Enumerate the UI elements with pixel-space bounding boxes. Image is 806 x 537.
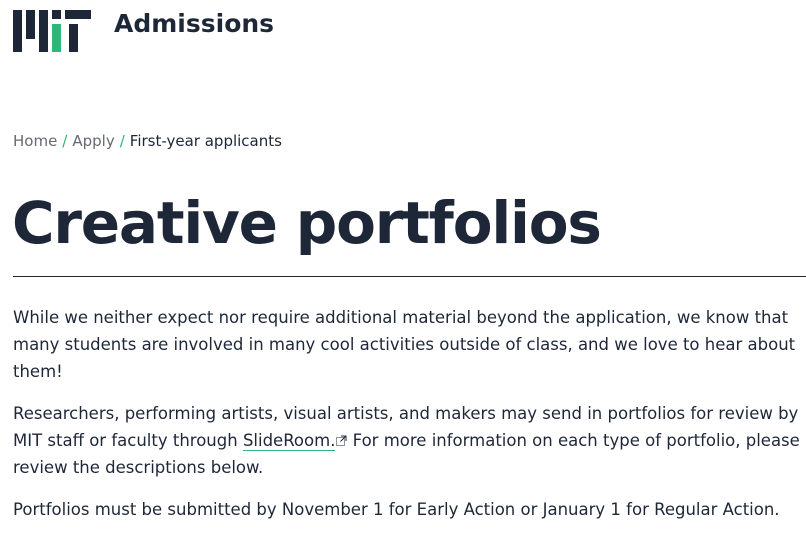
mit-logo-svg	[13, 10, 91, 52]
slideroom-link-label: SlideRoom.	[242, 431, 336, 450]
deadline-paragraph: Portfolios must be submitted by November…	[13, 500, 780, 519]
site-title[interactable]: Admissions	[114, 10, 274, 38]
main-content: While we neither expect nor require addi…	[13, 304, 803, 537]
mit-logo-icon[interactable]	[13, 10, 91, 52]
breadcrumb-separator: /	[119, 132, 125, 150]
breadcrumb: Home / Apply / First-year applicants	[13, 131, 282, 151]
portfolio-paragraph: Researchers, performing artists, visual …	[13, 400, 803, 481]
site-header: Admissions	[13, 10, 274, 54]
slideroom-link[interactable]: SlideRoom.	[242, 431, 336, 451]
page: Admissions Home / Apply / First-year applica…	[0, 0, 806, 537]
title-divider	[13, 276, 806, 277]
breadcrumb-apply[interactable]: Apply	[72, 132, 114, 150]
breadcrumb-current: First-year applicants	[129, 132, 282, 150]
external-link-icon	[336, 435, 347, 446]
page-title: Creative portfolios	[12, 189, 602, 257]
intro-paragraph: While we neither expect nor require addi…	[13, 308, 796, 381]
breadcrumb-home[interactable]: Home	[13, 132, 57, 150]
breadcrumb-separator: /	[62, 132, 68, 150]
